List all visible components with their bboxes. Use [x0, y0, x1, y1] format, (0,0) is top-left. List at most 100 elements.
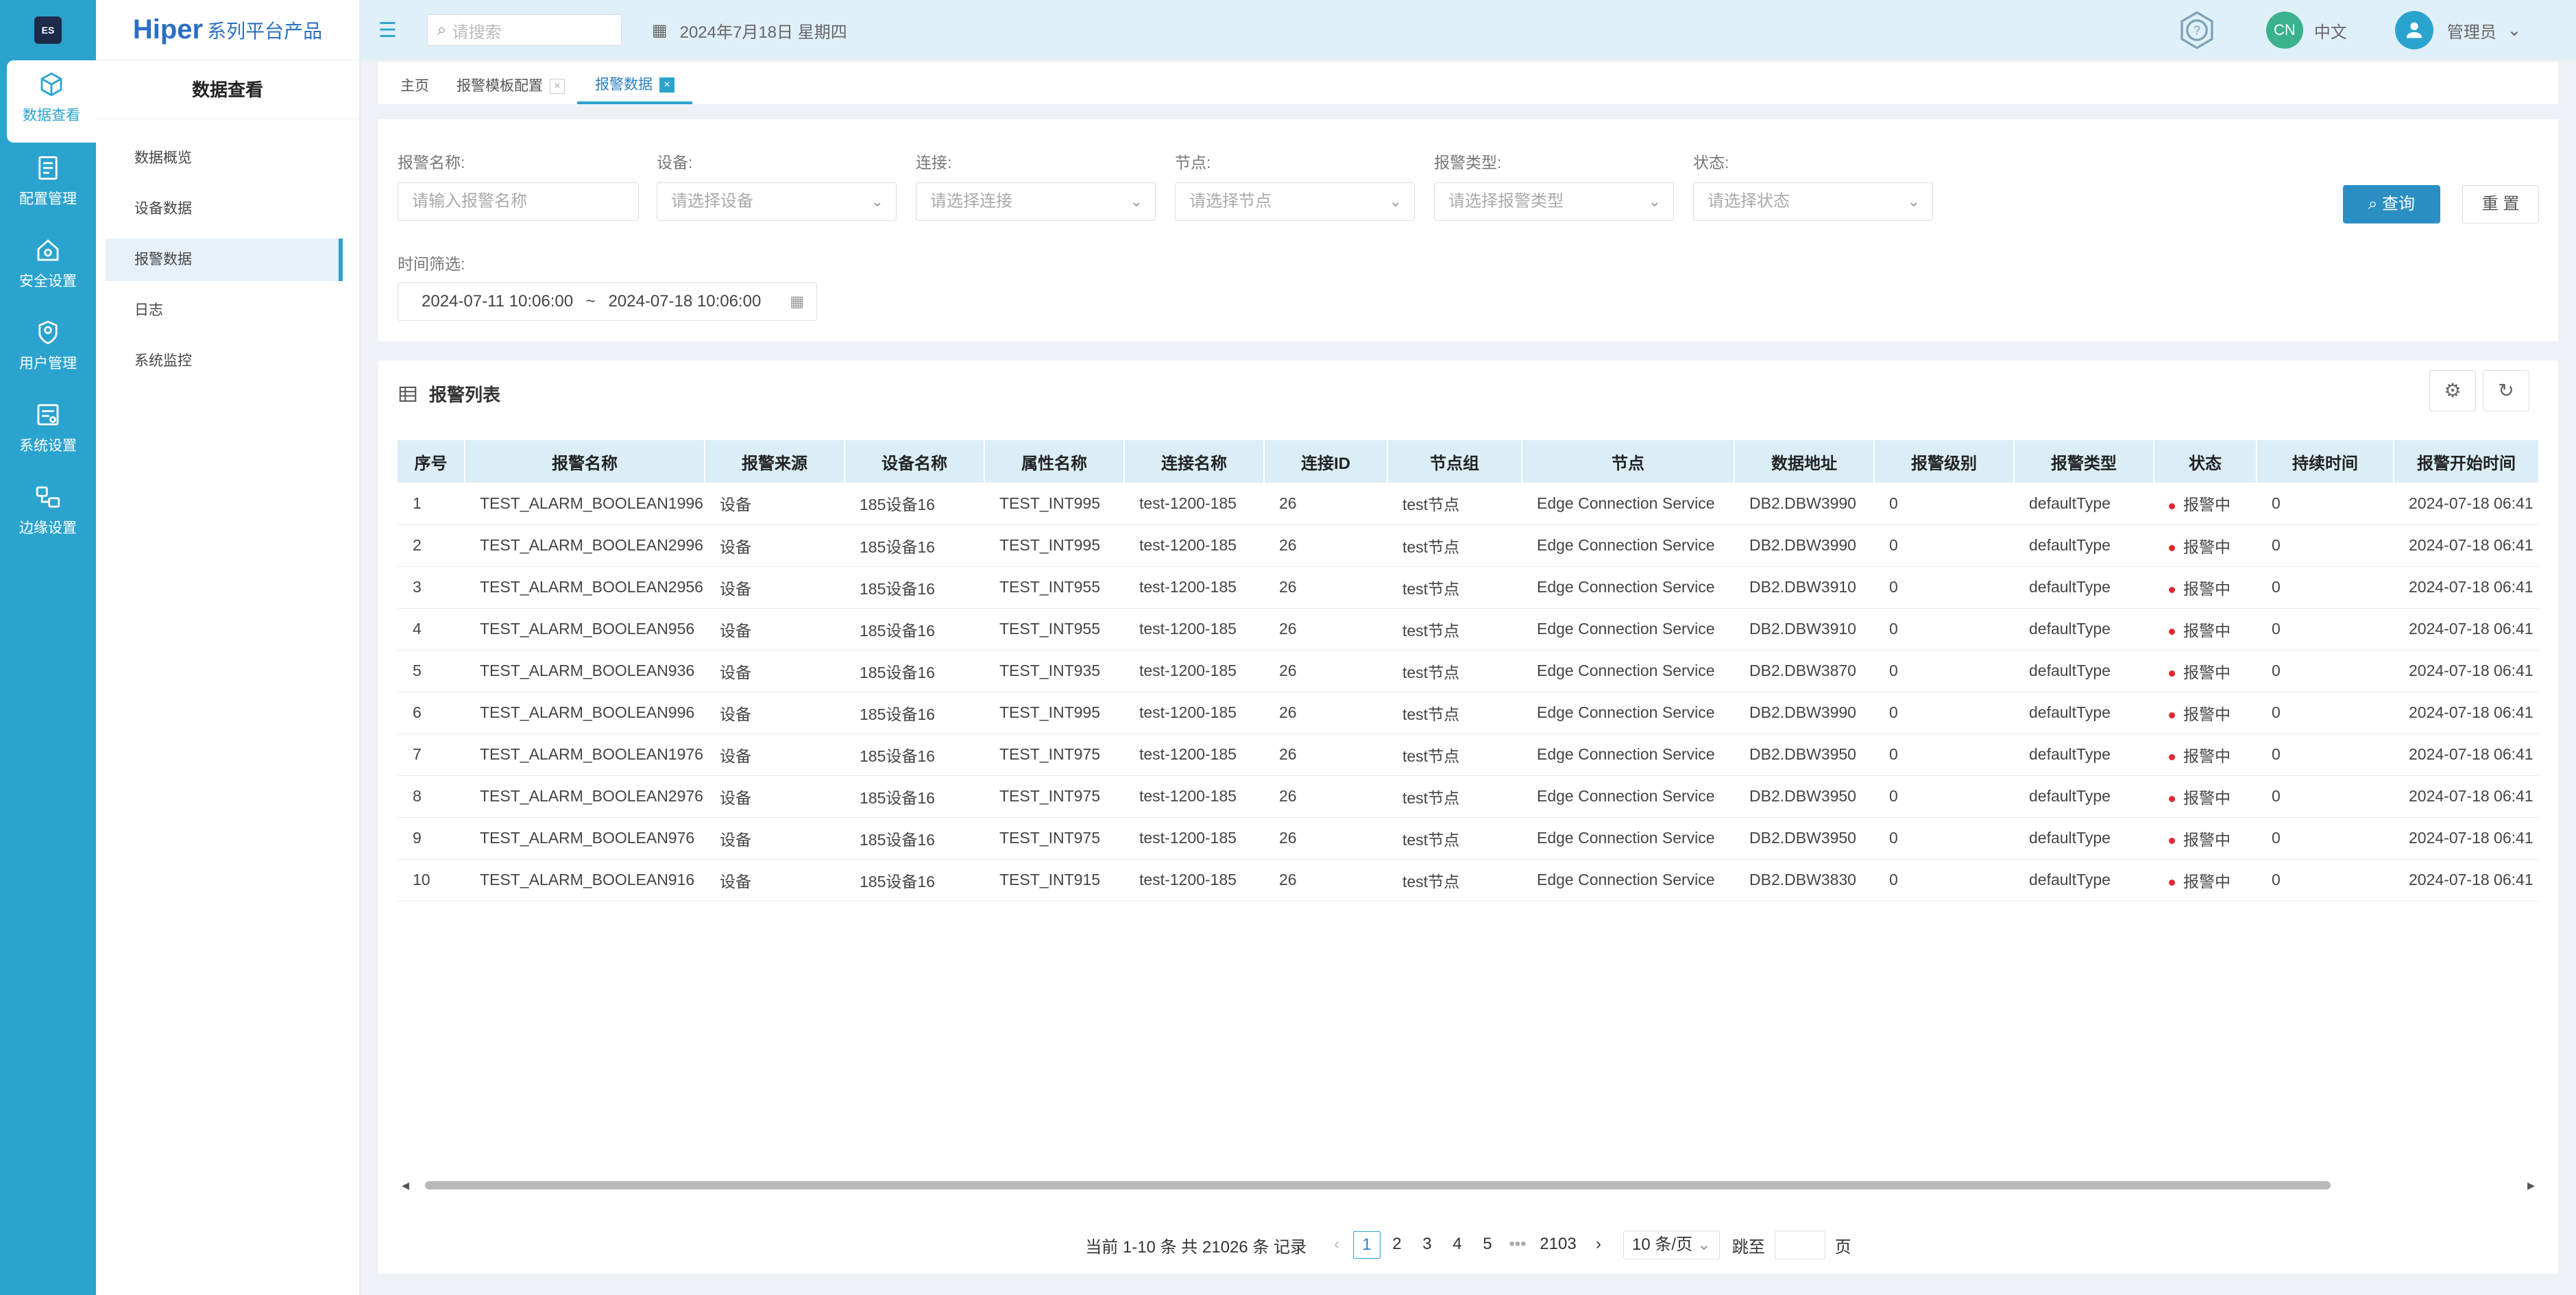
cube-icon — [40, 72, 62, 97]
alarm-name-input[interactable]: 请输入报警名称 — [398, 182, 639, 221]
table-row[interactable]: 9 TEST_ALARM_BOOLEAN976 设备 185设备16 TEST_INT9… — [398, 817, 2539, 860]
horizontal-scrollbar[interactable]: ◂ ▸ — [398, 1176, 2539, 1194]
table-cell: test-1200-185 — [1124, 859, 1264, 901]
table-cell: TEST_ALARM_BOOLEAN936 — [465, 650, 705, 692]
scrollbar-thumb[interactable] — [425, 1181, 2331, 1189]
sidebar-item-log[interactable]: 日志 — [96, 289, 359, 332]
page-4[interactable]: 4 — [1444, 1231, 1471, 1259]
tab-label: 主页 — [400, 78, 429, 94]
reset-button[interactable]: 重 置 — [2462, 185, 2539, 223]
next-page-icon[interactable]: › — [1585, 1231, 1612, 1259]
table-cell: 0 — [1874, 483, 2014, 525]
table-row[interactable]: 8 TEST_ALARM_BOOLEAN2976 设备 185设备16 TEST_INT… — [398, 775, 2539, 818]
table-cell: 设备 — [705, 608, 845, 651]
rail-item-edge[interactable]: 边缘设置 — [7, 473, 89, 555]
close-icon[interactable]: × — [550, 79, 565, 94]
table-cell: 设备 — [705, 566, 845, 609]
table-row[interactable]: 7 TEST_ALARM_BOOLEAN1976 设备 185设备16 TEST_INT… — [398, 734, 2539, 776]
user-menu[interactable]: 管理员 ⌄ — [2394, 11, 2521, 49]
device-placeholder: 请选择设备 — [671, 192, 753, 210]
sidebar-item-monitor[interactable]: 系统监控 — [96, 340, 359, 383]
sidebar-group-title: 数据查看 — [96, 60, 359, 119]
table-cell: 185设备16 — [845, 608, 984, 651]
scroll-left-icon[interactable]: ◂ — [402, 1176, 409, 1194]
column-settings-button[interactable]: ⚙ — [2429, 370, 2476, 411]
alarm-status-dot — [2169, 628, 2175, 635]
sidebar-item-device-data[interactable]: 设备数据 — [96, 188, 359, 230]
close-icon[interactable]: × — [659, 77, 675, 93]
scroll-right-icon[interactable]: ▸ — [2527, 1176, 2535, 1194]
menu-collapse-icon[interactable]: ☰ — [378, 19, 397, 43]
user-icon — [2406, 22, 2422, 38]
table-cell: defaultType — [2014, 608, 2154, 651]
tab-alarm-data[interactable]: 报警数据 × — [577, 69, 692, 104]
time-range-picker[interactable]: 2024-07-11 10:06:00 ~ 2024-07-18 10:06:0… — [398, 282, 817, 321]
table-cell: 0 — [2257, 775, 2394, 818]
prev-page-icon[interactable]: ‹ — [1323, 1231, 1350, 1259]
rail-item-config[interactable]: 配置管理 — [7, 144, 89, 226]
table-cell: test-1200-185 — [1124, 692, 1264, 734]
query-button[interactable]: ⌕ 查询 — [2343, 185, 2440, 223]
status-select[interactable]: 请选择状态 ⌄ — [1693, 182, 1933, 221]
page-3[interactable]: 3 — [1413, 1231, 1441, 1259]
page-ellipsis[interactable]: ••• — [1504, 1231, 1531, 1259]
table-cell: defaultType — [2014, 692, 2154, 734]
table-cell: 报警中 — [2154, 692, 2257, 734]
alarm-status-dot — [2169, 753, 2175, 760]
page-last[interactable]: 2103 — [1534, 1231, 1582, 1259]
help-icon[interactable]: ? — [2176, 9, 2218, 51]
table-cell: 26 — [1264, 524, 1387, 567]
table-cell: 2024-07-18 06:41 — [2394, 524, 2539, 567]
alarm-type-select[interactable]: 请选择报警类型 ⌄ — [1434, 182, 1674, 221]
page-5[interactable]: 5 — [1474, 1231, 1501, 1259]
alarm-status-text: 报警中 — [2183, 621, 2231, 640]
edge-icon — [36, 486, 60, 508]
table-row[interactable]: 2 TEST_ALARM_BOOLEAN2996 设备 185设备16 TEST_INT… — [398, 524, 2539, 567]
table-cell: defaultType — [2014, 734, 2154, 776]
rail-item-users[interactable]: 用户管理 — [7, 308, 89, 391]
table-cell: 185设备16 — [845, 483, 984, 525]
table-cell: 报警中 — [2154, 608, 2257, 651]
rail-item-system[interactable]: 系统设置 — [7, 391, 89, 473]
node-placeholder: 请选择节点 — [1189, 192, 1272, 210]
table-cell: 0 — [2257, 566, 2394, 609]
page-2[interactable]: 2 — [1383, 1231, 1411, 1259]
sidebar-item-overview[interactable]: 数据概览 — [96, 137, 359, 180]
table-row[interactable]: 5 TEST_ALARM_BOOLEAN936 设备 185设备16 TEST_INT9… — [398, 650, 2539, 692]
table-cell: 8 — [398, 775, 465, 818]
calendar-icon: ▦ — [651, 21, 668, 40]
device-select[interactable]: 请选择设备 ⌄ — [657, 182, 897, 221]
connection-select[interactable]: 请选择连接 ⌄ — [916, 182, 1156, 221]
node-select[interactable]: 请选择节点 ⌄ — [1175, 182, 1415, 221]
table-row[interactable]: 10 TEST_ALARM_BOOLEAN916 设备 185设备16 TEST_INT… — [398, 859, 2539, 901]
language-switch[interactable]: CN 中文 — [2265, 12, 2347, 49]
table-row[interactable]: 6 TEST_ALARM_BOOLEAN996 设备 185设备16 TEST_INT9… — [398, 692, 2539, 734]
table-cell: 报警中 — [2154, 483, 2257, 525]
tab-alarm-template[interactable]: 报警模板配置 × — [457, 69, 565, 104]
jump-page-input[interactable] — [1774, 1231, 1825, 1259]
alarm-status-dot — [2169, 795, 2175, 802]
chevron-down-icon: ⌄ — [2507, 21, 2521, 40]
table-row[interactable]: 4 TEST_ALARM_BOOLEAN956 设备 185设备16 TEST_INT9… — [398, 608, 2539, 651]
table-cell: TEST_INT955 — [984, 566, 1124, 609]
search-input[interactable]: ⌕ 请搜索 — [426, 14, 622, 46]
rail-item-data-view[interactable]: 数据查看 — [7, 60, 96, 143]
page-size-select[interactable]: 10 条/页 ⌄ — [1623, 1231, 1720, 1259]
alarm-status-text: 报警中 — [2183, 579, 2231, 598]
rail-item-label: 边缘设置 — [19, 520, 77, 536]
sidebar-item-alarm-data[interactable]: 报警数据 — [106, 239, 343, 281]
table-row[interactable]: 1 TEST_ALARM_BOOLEAN1996 设备 185设备16 TEST_INT… — [398, 483, 2539, 525]
refresh-icon: ↻ — [2498, 380, 2514, 401]
table-cell: 0 — [2257, 859, 2394, 901]
column-header: 报警类型 — [2014, 440, 2154, 483]
table-cell: 185设备16 — [845, 775, 984, 818]
table-cell: test节点 — [1387, 734, 1522, 776]
page-1[interactable]: 1 — [1352, 1231, 1381, 1259]
rail-item-security[interactable]: 安全设置 — [7, 226, 89, 308]
refresh-button[interactable]: ↻ — [2483, 370, 2529, 411]
table-row[interactable]: 3 TEST_ALARM_BOOLEAN2956 设备 185设备16 TEST_INT… — [398, 566, 2539, 609]
table-cell: defaultType — [2014, 817, 2154, 860]
table-cell: 0 — [1874, 566, 2014, 609]
tab-home[interactable]: 主页 — [400, 69, 429, 104]
table-cell: 2024-07-18 06:41 — [2394, 859, 2539, 901]
